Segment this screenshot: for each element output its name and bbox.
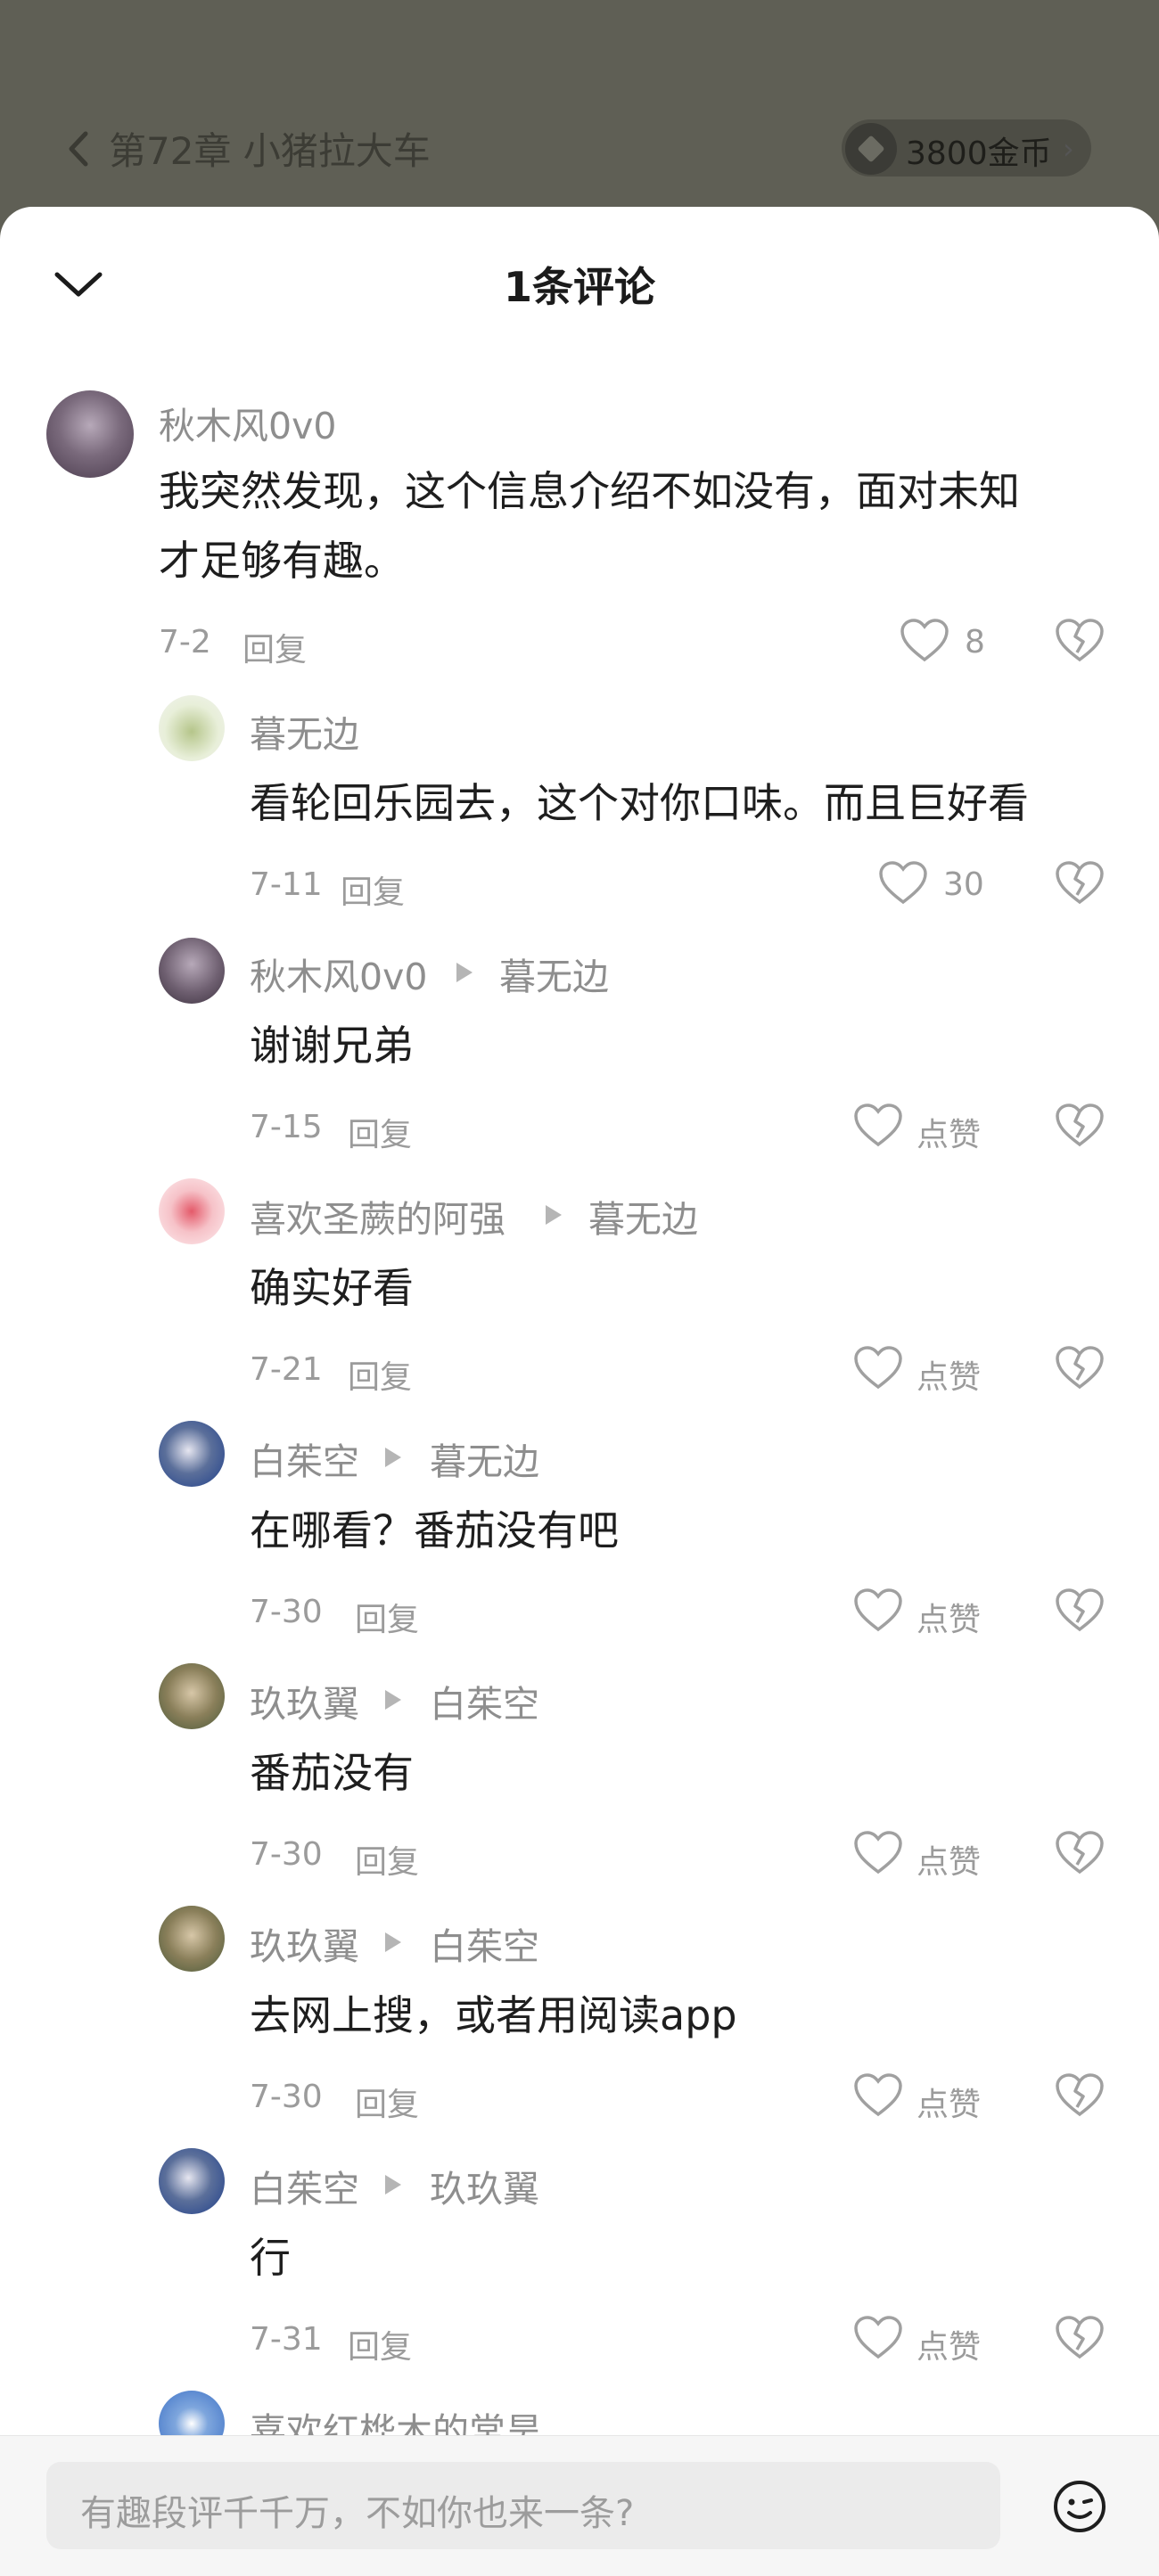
reply-target-username[interactable]: 白茱空 bbox=[430, 1674, 539, 1727]
heart-icon[interactable] bbox=[852, 1587, 904, 1633]
reply-text: 番茄没有 bbox=[250, 1749, 414, 1797]
dislike-broken-heart-icon[interactable] bbox=[1054, 617, 1106, 663]
reply-button[interactable]: 回复 bbox=[348, 1351, 412, 1398]
heart-icon[interactable] bbox=[899, 617, 950, 663]
reply-text: 确实好看 bbox=[250, 1264, 414, 1312]
reply-to-arrow-icon bbox=[546, 1205, 562, 1225]
like-button-label[interactable]: 点赞 bbox=[917, 1594, 981, 1640]
reply-username[interactable]: 玖玖翼 bbox=[250, 1674, 359, 1727]
like-count: 30 bbox=[943, 866, 984, 903]
sheet-title: 1条评论 bbox=[503, 263, 655, 311]
avatar[interactable] bbox=[159, 1421, 225, 1487]
heart-icon[interactable] bbox=[852, 2071, 904, 2118]
comment-text-line2: 才足够有趣。 bbox=[159, 537, 405, 585]
reply-text: 行 bbox=[250, 2234, 291, 2282]
reply-target-username[interactable]: 白茱空 bbox=[430, 1916, 539, 1970]
heart-icon[interactable] bbox=[877, 859, 929, 906]
reply-text: 去网上搜，或者用阅读app bbox=[250, 1991, 737, 2039]
reply-to-arrow-icon bbox=[456, 963, 473, 982]
avatar[interactable] bbox=[159, 695, 225, 761]
comment-username[interactable]: 秋木风0v0 bbox=[159, 396, 336, 449]
reply-username[interactable]: 玖玖翼 bbox=[250, 1916, 359, 1970]
emoji-icon[interactable] bbox=[1052, 2479, 1107, 2534]
chapter-title[interactable]: 第72章 小猪拉大车 bbox=[109, 121, 431, 176]
reply-to-arrow-icon bbox=[385, 2175, 401, 2195]
reply-target-username[interactable]: 玖玖翼 bbox=[430, 2159, 539, 2212]
reply-button[interactable]: 回复 bbox=[355, 1836, 419, 1883]
comment-date: 7-2 bbox=[159, 624, 211, 660]
reply-date: 7-15 bbox=[250, 1109, 323, 1145]
back-chevron-icon[interactable] bbox=[61, 127, 96, 171]
reply-username[interactable]: 暮无边 bbox=[250, 704, 359, 758]
chevron-right-icon: › bbox=[1063, 132, 1074, 166]
reply-date: 7-30 bbox=[250, 1594, 323, 1630]
like-button-label[interactable]: 点赞 bbox=[917, 2079, 981, 2125]
comment-input-placeholder[interactable]: 有趣段评千千万，不如你也来一条? bbox=[80, 2484, 634, 2536]
reply-username[interactable]: 秋木风0v0 bbox=[250, 947, 427, 1000]
reply-button[interactable]: 回复 bbox=[341, 866, 405, 913]
heart-icon[interactable] bbox=[852, 1102, 904, 1148]
like-button-label[interactable]: 点赞 bbox=[917, 2321, 981, 2367]
reply-target-username[interactable]: 暮无边 bbox=[430, 1432, 539, 1485]
reply-text: 在哪看？番茄没有吧 bbox=[250, 1506, 619, 1555]
dislike-broken-heart-icon[interactable] bbox=[1054, 1829, 1106, 1875]
dislike-broken-heart-icon[interactable] bbox=[1054, 1344, 1106, 1391]
reply-button[interactable]: 回复 bbox=[348, 1109, 412, 1155]
reader-top-bar: 第72章 小猪拉大车 3800金币 › bbox=[0, 0, 1159, 214]
avatar[interactable] bbox=[159, 1906, 225, 1972]
like-button-label[interactable]: 点赞 bbox=[917, 1109, 981, 1155]
reply-date: 7-11 bbox=[250, 866, 323, 903]
dislike-broken-heart-icon[interactable] bbox=[1054, 859, 1106, 906]
heart-icon[interactable] bbox=[852, 2314, 904, 2360]
reply-username[interactable]: 白茱空 bbox=[250, 1432, 359, 1485]
dislike-broken-heart-icon[interactable] bbox=[1054, 2071, 1106, 2118]
reply-to-arrow-icon bbox=[385, 1690, 401, 1710]
reply-text: 看轮回乐园去，这个对你口味。而且巨好看 bbox=[250, 779, 1029, 827]
reply-date: 7-30 bbox=[250, 1836, 323, 1873]
reply-date: 7-30 bbox=[250, 2079, 323, 2115]
reply-username[interactable]: 喜欢圣蕨的阿强 bbox=[250, 1189, 506, 1243]
avatar[interactable] bbox=[159, 938, 225, 1004]
reply-button[interactable]: 回复 bbox=[355, 2079, 419, 2125]
avatar[interactable] bbox=[46, 390, 134, 478]
dislike-broken-heart-icon[interactable] bbox=[1054, 1587, 1106, 1633]
heart-icon[interactable] bbox=[852, 1344, 904, 1391]
reply-to-arrow-icon bbox=[385, 1448, 401, 1467]
reply-target-username[interactable]: 暮无边 bbox=[499, 947, 609, 1000]
like-count: 8 bbox=[965, 624, 985, 660]
reply-username[interactable]: 白茱空 bbox=[250, 2159, 359, 2212]
dislike-broken-heart-icon[interactable] bbox=[1054, 2314, 1106, 2360]
comment-text-line1: 我突然发现，这个信息介绍不如没有，面对未知 bbox=[159, 467, 1020, 515]
like-button-label[interactable]: 点赞 bbox=[917, 1351, 981, 1398]
reply-date: 7-21 bbox=[250, 1351, 323, 1388]
reply-button[interactable]: 回复 bbox=[348, 2321, 412, 2367]
reply-button[interactable]: 回复 bbox=[355, 1594, 419, 1640]
avatar[interactable] bbox=[159, 1663, 225, 1729]
avatar[interactable] bbox=[159, 2148, 225, 2214]
reply-button[interactable]: 回复 bbox=[242, 624, 307, 670]
reply-text: 谢谢兄弟 bbox=[250, 1021, 414, 1070]
avatar[interactable] bbox=[159, 1178, 225, 1244]
coin-balance: 3800金币 bbox=[906, 135, 1052, 172]
heart-icon[interactable] bbox=[852, 1829, 904, 1875]
reply-date: 7-31 bbox=[250, 2321, 323, 2358]
dislike-broken-heart-icon[interactable] bbox=[1054, 1102, 1106, 1148]
reply-to-arrow-icon bbox=[385, 1932, 401, 1952]
reply-target-username[interactable]: 暮无边 bbox=[588, 1189, 698, 1243]
like-button-label[interactable]: 点赞 bbox=[917, 1836, 981, 1883]
